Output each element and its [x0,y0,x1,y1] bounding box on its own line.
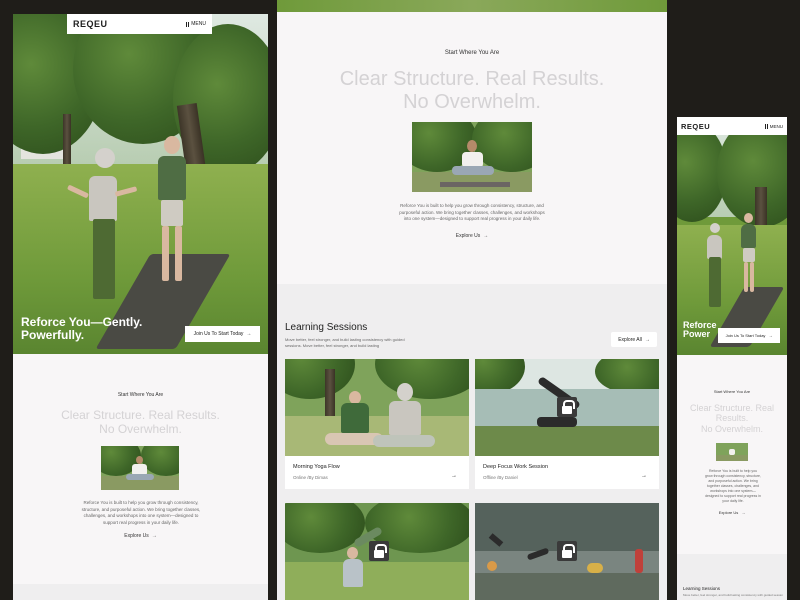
mobile-brand-logo[interactable]: REQEU [681,122,710,131]
brand-logo[interactable]: REQEU [73,19,108,29]
mobile-sessions-title: Learning Sessions [683,586,721,591]
center-yoga-image [412,122,532,192]
center-desktop-panel: Start Where You Are Clear Structure. Rea… [277,0,667,600]
mobile-navbar: REQEU MENU [677,117,787,135]
menu-icon [764,123,768,129]
arrow-right-icon: → [246,331,252,337]
intro-title-line1: Clear Structure. Real Results. [61,408,220,422]
card-meta: Online /By Dimas [293,475,328,480]
mobile-intro-title-line2: No Overwhelm. [700,423,763,434]
mobile-join-cta-button[interactable]: Join Us To Start Today → [718,328,780,343]
mobile-sessions-section: Learning Sessions Move better, feel stro… [677,554,787,600]
arrow-right-icon: → [768,333,773,338]
mobile-intro-title-line1: Clear Structure. Real Results. [689,403,775,424]
mobile-explore-us-link[interactable]: Explore Us → [677,510,787,515]
intro-title: Clear Structure. Real Results. No Overwh… [13,408,268,437]
arrow-right-icon: → [644,336,650,343]
explore-all-label: Explore All [618,336,642,343]
card-image [285,359,469,456]
card-title: Deep Focus Work Session [483,464,549,470]
sessions-title: Learning Sessions [285,322,368,333]
mobile-hero-title: Reforce Power [683,320,717,340]
mobile-sessions-subtitle: Move better, feel stronger, and build la… [683,593,783,597]
center-intro-title: Clear Structure. Real Results. No Overwh… [277,68,667,114]
mockup-stage: REQEU MENU Reforce You—Gently. Powerfull… [0,0,800,600]
arrow-right-icon[interactable]: → [451,473,457,479]
arrow-right-icon: → [741,510,746,515]
menu-button[interactable]: MENU [186,21,206,27]
mobile-intro-title: Clear Structure. Real Results. No Overwh… [681,403,783,434]
mobile-menu-button[interactable]: MENU [764,123,783,129]
lock-icon [369,541,389,561]
mobile-hero-image: REQEU MENU Reforce Power Join Us To Star… [677,117,787,355]
center-intro-body: Reforce You is built to help you grow th… [399,203,545,222]
card-image [475,359,659,456]
center-intro-title-line1: Clear Structure. Real Results. [339,68,605,90]
explore-us-label: Explore Us [124,533,149,539]
menu-label: MENU [191,21,206,27]
hero-title: Reforce You—Gently. Powerfully. [21,316,142,341]
intro-body: Reforce You is built to help you grow th… [81,500,201,525]
hero-image: REQEU MENU Reforce You—Gently. Powerfull… [13,14,268,354]
session-card-locked-3[interactable] [285,503,469,600]
session-card-morning-yoga[interactable]: Morning Yoga Flow Online /By Dimas → [285,359,469,489]
lock-icon [557,541,577,561]
card-image [285,503,469,600]
card-meta: Offline /By Daniel [483,475,518,480]
session-card-deep-focus[interactable]: Deep Focus Work Session Offline /By Dani… [475,359,659,489]
arrow-right-icon: → [151,533,157,539]
center-top-image-strip [277,0,667,12]
card-image [475,503,659,600]
menu-icon [186,21,190,27]
mobile-menu-label: MENU [769,123,783,129]
mobile-join-cta-label: Join Us To Start Today [725,333,766,338]
intro-yoga-image [101,446,179,490]
intro-eyebrow: Start Where You Are [117,392,164,398]
session-card-locked-4[interactable] [475,503,659,600]
center-explore-us-label: Explore Us [455,233,481,239]
right-mobile-panel: REQEU MENU Reforce Power Join Us To Star… [677,117,787,600]
mobile-intro-yoga-image [716,443,748,461]
lock-icon [557,397,577,417]
mobile-intro-eyebrow: Start Where You Are [713,389,751,394]
center-intro-title-line2: No Overwhelm. [403,91,541,113]
navbar: REQEU MENU [67,14,212,34]
section-divider [13,584,268,600]
mobile-intro-body: Reforce You is built to help you grow th… [705,469,761,504]
join-cta-button[interactable]: Join Us To Start Today → [185,326,260,342]
arrow-right-icon: → [483,233,489,239]
hero-title-line2: Powerfully. [21,327,85,342]
learning-sessions-section: Learning Sessions Move better, feel stro… [277,284,667,600]
left-desktop-panel: REQEU MENU Reforce You—Gently. Powerfull… [13,14,268,600]
explore-us-link[interactable]: Explore Us → [13,533,268,539]
intro-title-line2: No Overwhelm. [99,421,182,436]
hero-title-line1: Reforce You—Gently. [21,315,143,329]
join-cta-label: Join Us To Start Today [193,331,244,337]
arrow-right-icon[interactable]: → [641,473,647,479]
center-explore-us-link[interactable]: Explore Us → [277,233,667,239]
center-intro-eyebrow: Start Where You Are [444,50,500,56]
mobile-hero-title-line2: Power [683,329,711,340]
card-title: Morning Yoga Flow [293,464,340,470]
explore-all-button[interactable]: Explore All → [611,332,657,347]
mobile-explore-us-label: Explore Us [718,510,739,515]
sessions-subtitle: Move better, feel stronger, and build la… [285,337,405,348]
